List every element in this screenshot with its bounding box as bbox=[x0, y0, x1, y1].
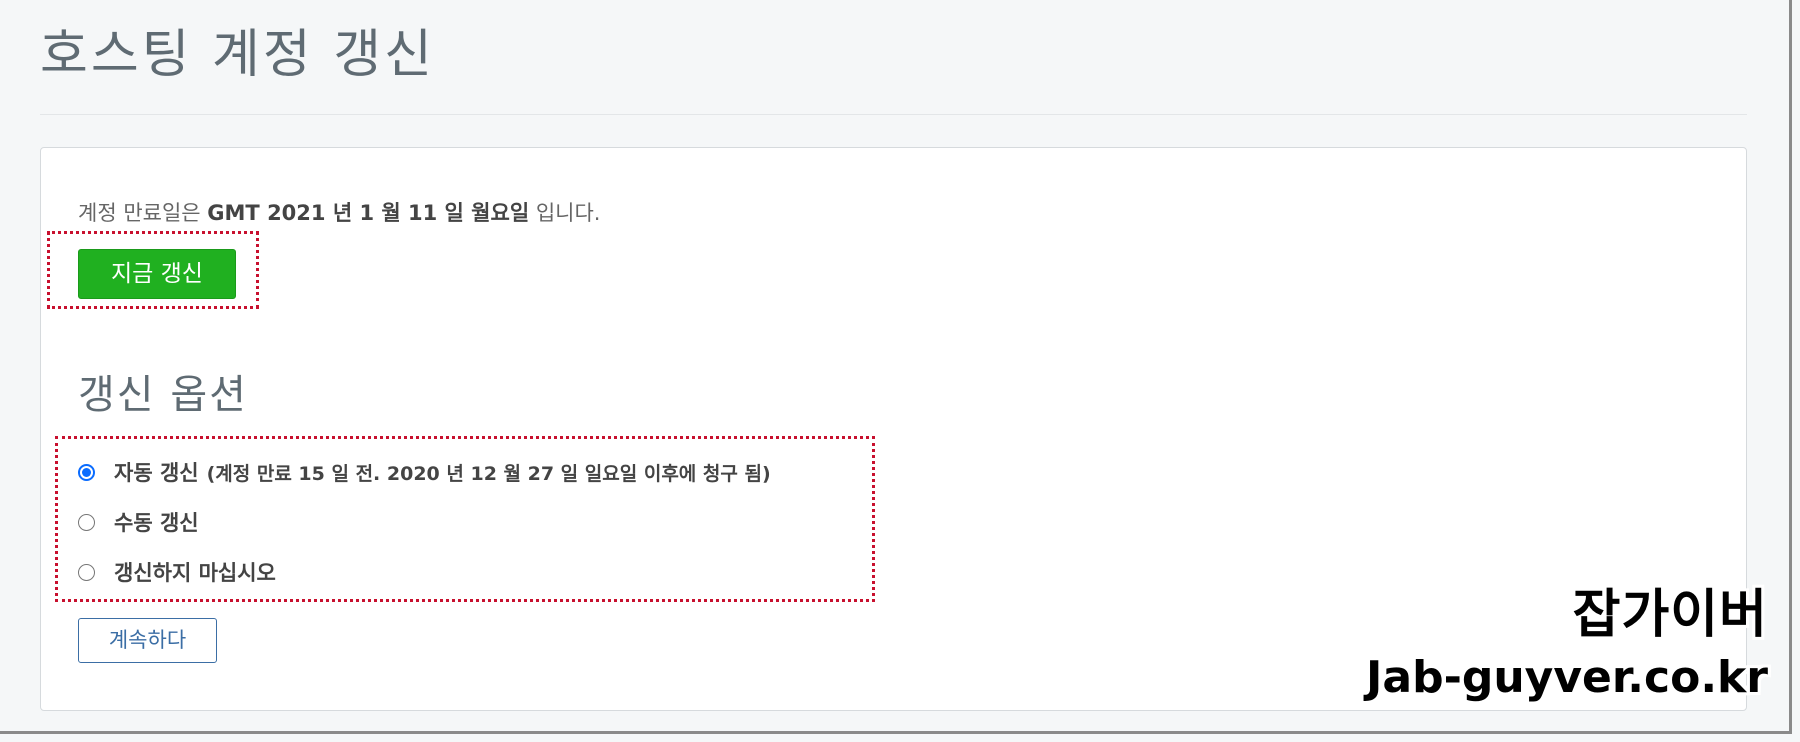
renew-now-button[interactable]: 지금 갱신 bbox=[78, 249, 236, 299]
title-divider bbox=[40, 114, 1747, 115]
manual-renew-label: 수동 갱신 bbox=[114, 511, 199, 535]
renewal-options-title: 갱신 옵션 bbox=[78, 372, 248, 418]
expiry-date: GMT 2021 년 1 월 11 일 월요일 bbox=[207, 201, 530, 225]
watermark-url: Jab-guyver.co.kr bbox=[1366, 652, 1768, 703]
auto-renew-detail: (계정 만료 15 일 전. 2020 년 12 월 27 일 일요일 이후에 … bbox=[206, 462, 771, 485]
page-frame: 호스팅 계정 갱신 계정 만료일은 GMT 2021 년 1 월 11 일 월요… bbox=[0, 0, 1792, 734]
expiry-prefix: 계정 만료일은 bbox=[78, 201, 201, 225]
watermark-korean: 잡가이버 bbox=[1572, 585, 1768, 645]
do-not-renew-radio[interactable] bbox=[78, 563, 95, 581]
do-not-renew-label: 갱신하지 마십시오 bbox=[114, 561, 276, 585]
expiry-suffix: 입니다. bbox=[535, 201, 601, 225]
page-title: 호스팅 계정 갱신 bbox=[40, 25, 435, 85]
option-do-not-renew[interactable]: 갱신하지 마십시오 bbox=[78, 555, 276, 589]
option-manual-renew[interactable]: 수동 갱신 bbox=[78, 505, 199, 539]
auto-renew-label: 자동 갱신 bbox=[114, 461, 199, 485]
option-auto-renew[interactable]: 자동 갱신 (계정 만료 15 일 전. 2020 년 12 월 27 일 일요… bbox=[78, 455, 771, 489]
continue-button[interactable]: 계속하다 bbox=[78, 618, 217, 663]
manual-renew-radio[interactable] bbox=[78, 513, 95, 531]
renewal-card: 계정 만료일은 GMT 2021 년 1 월 11 일 월요일 입니다. 지금 … bbox=[40, 147, 1747, 711]
expiry-notice: 계정 만료일은 GMT 2021 년 1 월 11 일 월요일 입니다. bbox=[78, 198, 600, 228]
auto-renew-radio[interactable] bbox=[78, 463, 95, 481]
